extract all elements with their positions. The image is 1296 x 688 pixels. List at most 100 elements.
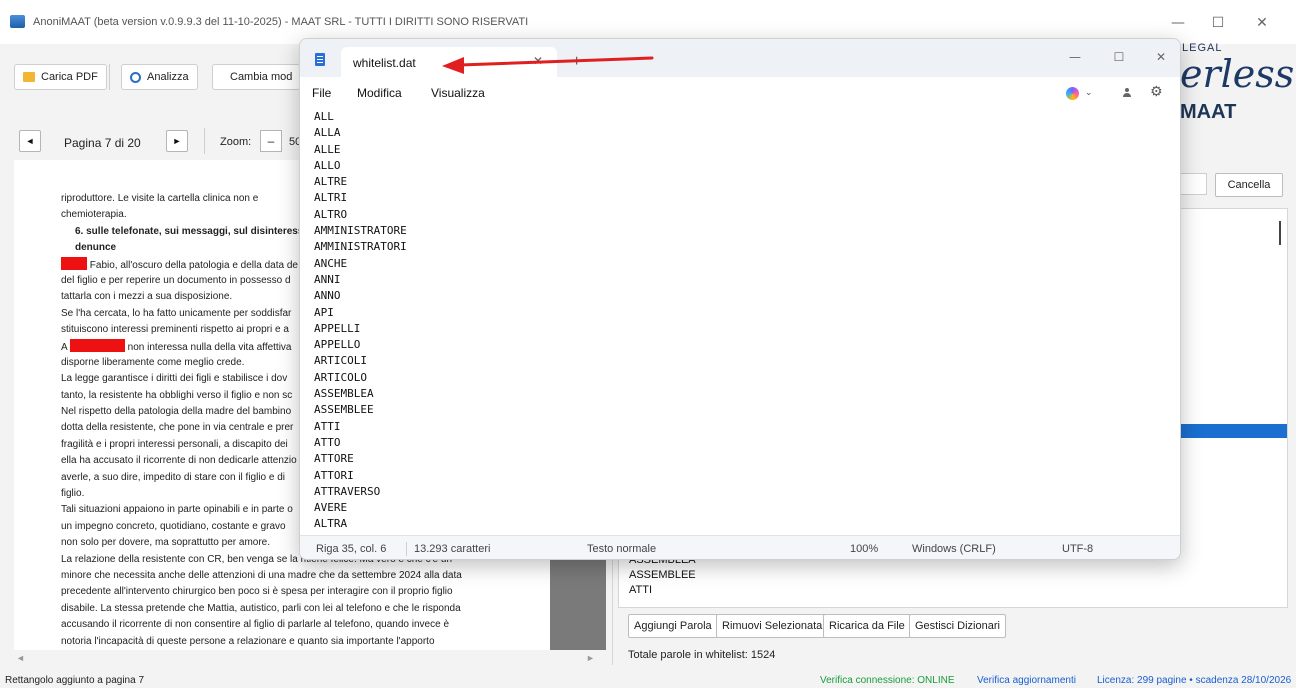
text-line: ASSEMBLEA — [314, 387, 374, 401]
notepad-text-area[interactable]: ALL ALLA ALLE ALLO ALTRE ALTRI ALTRO AMMINISTRA… — [314, 109, 1164, 533]
text-line: ATTRAVERSO — [314, 484, 381, 498]
close-button[interactable]: ✕ — [1244, 12, 1280, 34]
text-format[interactable]: Testo normale — [587, 543, 656, 555]
change-mode-button[interactable]: Cambia mod — [212, 64, 300, 90]
scroll-right-arrow-icon[interactable]: ► — [586, 653, 595, 663]
total-words-label: Totale parole in whitelist: 1524 — [628, 649, 776, 661]
gear-icon[interactable]: ⚙ — [1150, 84, 1163, 100]
selected-list-item[interactable] — [1179, 424, 1287, 438]
notepad-status-bar: Riga 35, col. 6 13.293 caratteri Testo n… — [300, 535, 1180, 559]
notepad-window[interactable]: whitelist.dat ✕ + — ☐ ✕ File Modifica Vi… — [299, 38, 1181, 560]
text-line: ALL — [314, 110, 334, 123]
load-pdf-button[interactable]: Carica PDF — [14, 64, 107, 90]
text-line: ALLE — [314, 142, 341, 156]
maximize-button[interactable]: ☐ — [1200, 12, 1236, 34]
license-info: Licenza: 299 pagine • scadenza 28/10/202… — [1097, 675, 1292, 686]
text-line: ALLA — [314, 126, 341, 140]
copilot-icon[interactable] — [1066, 87, 1079, 100]
text-line: ATTI — [314, 419, 341, 433]
word-search-input[interactable] — [1180, 173, 1207, 195]
text-line: ALTRO — [314, 207, 348, 221]
status-bar: Rettangolo aggiunto a pagina 7 Verifica … — [0, 670, 1296, 688]
tab-title: whitelist.dat — [353, 56, 416, 70]
text-line: APPELLO — [314, 338, 361, 352]
cancel-button[interactable]: Cancella — [1215, 173, 1283, 197]
redaction-box[interactable] — [69, 338, 125, 352]
search-icon — [130, 71, 141, 83]
app-icon — [10, 15, 25, 28]
text-line: ASSEMBLEE — [314, 403, 374, 417]
window-title: AnoniMAAT (beta version v.0.9.9.3 del 11… — [33, 16, 529, 28]
text-line: ANNI — [314, 272, 341, 286]
text-line: ALTRE — [314, 175, 348, 189]
nav-divider — [204, 128, 205, 154]
notepad-close-button[interactable]: ✕ — [1146, 47, 1176, 67]
analyze-label: Analizza — [147, 71, 189, 83]
brand-maat-text: MAAT — [1180, 101, 1237, 123]
chevron-down-icon[interactable]: ⌄ — [1085, 87, 1093, 98]
notepad-tab-strip: whitelist.dat ✕ + — ☐ ✕ — [300, 39, 1180, 77]
list-item[interactable]: ASSEMBLEE — [629, 568, 696, 583]
text-line: ALLO — [314, 158, 341, 172]
reload-from-file-button[interactable]: Ricarica da File — [823, 614, 911, 638]
next-page-button[interactable]: ► — [166, 130, 188, 152]
menu-modifica[interactable]: Modifica — [357, 86, 402, 100]
annotation-arrow-icon — [442, 56, 654, 74]
text-line: ARTICOLI — [314, 354, 367, 368]
add-word-button[interactable]: Aggiungi Parola — [628, 614, 718, 638]
pdf-line: precedente all'intervento chirurgico ben… — [61, 586, 453, 598]
status-message: Rettangolo aggiunto a pagina 7 — [5, 675, 145, 686]
text-line: AVERE — [314, 501, 348, 515]
scroll-left-arrow-icon[interactable]: ◄ — [16, 653, 25, 663]
menu-visualizza[interactable]: Visualizza — [431, 86, 485, 100]
text-line: ANNO — [314, 289, 341, 303]
redaction-box[interactable] — [61, 256, 87, 270]
line-ending[interactable]: Windows (CRLF) — [912, 543, 996, 555]
toolbar: Carica PDF Analizza Cambia mod — [0, 44, 300, 120]
zoom-label: Zoom: — [220, 136, 252, 148]
menu-file[interactable]: File — [312, 86, 331, 100]
text-line: AMMINISTRATORI — [314, 240, 407, 254]
list-scrollbar[interactable] — [1279, 221, 1281, 245]
list-item[interactable]: ATTI — [629, 583, 696, 598]
horizontal-scrollbar[interactable]: ◄ ► — [14, 652, 606, 666]
minimize-button[interactable]: — — [1160, 12, 1196, 34]
prev-page-button[interactable]: ◄ — [19, 130, 41, 152]
notepad-maximize-button[interactable]: ☐ — [1104, 47, 1134, 67]
text-line: API — [314, 305, 334, 319]
cursor-position: Riga 35, col. 6 — [316, 543, 387, 555]
notepad-minimize-button[interactable]: — — [1060, 47, 1090, 67]
user-icon[interactable] — [1122, 87, 1132, 99]
change-mode-label: Cambia mod — [230, 71, 293, 83]
character-count: 13.293 caratteri — [414, 543, 491, 555]
brand-logo: erless — [1180, 52, 1295, 96]
text-line: ALTRI — [314, 191, 348, 205]
status-divider — [406, 542, 407, 556]
notepad-menu-bar: File Modifica Visualizza ⌄ ⚙ — [300, 77, 1180, 109]
zoom-out-button[interactable]: – — [260, 130, 282, 152]
toolbar-divider — [109, 64, 110, 90]
page-indicator: Pagina 7 di 20 — [64, 136, 141, 150]
pdf-line: disabile. La stessa pretende che Mattia,… — [61, 602, 461, 614]
notepad-app-icon — [315, 53, 325, 66]
pencil-icon — [216, 72, 226, 82]
text-line: ARTICOLO — [314, 370, 367, 384]
zoom-level[interactable]: 100% — [850, 543, 878, 555]
encoding[interactable]: UTF-8 — [1062, 543, 1093, 555]
load-pdf-label: Carica PDF — [41, 71, 98, 83]
analyze-button[interactable]: Analizza — [121, 64, 198, 90]
pdf-line: accusando il ricorrente di non consentir… — [61, 619, 450, 631]
folder-icon — [23, 72, 35, 82]
text-line: ANCHE — [314, 256, 348, 270]
pdf-line: notoria l'incapacità di queste persone a… — [61, 635, 435, 647]
text-line: ATTORI — [314, 468, 354, 482]
text-line: AMMINISTRATORE — [314, 224, 407, 238]
text-line: ALTRA — [314, 517, 348, 531]
manage-dictionaries-button[interactable]: Gestisci Dizionari — [909, 614, 1006, 638]
check-updates-link[interactable]: Verifica aggiornamenti — [977, 675, 1076, 686]
text-line: APPELLI — [314, 321, 361, 335]
connection-status: Verifica connessione: ONLINE — [820, 675, 955, 686]
text-line: ATTORE — [314, 452, 354, 466]
text-line: ATTO — [314, 435, 341, 449]
remove-selected-button[interactable]: Rimuovi Selezionata — [716, 614, 829, 638]
